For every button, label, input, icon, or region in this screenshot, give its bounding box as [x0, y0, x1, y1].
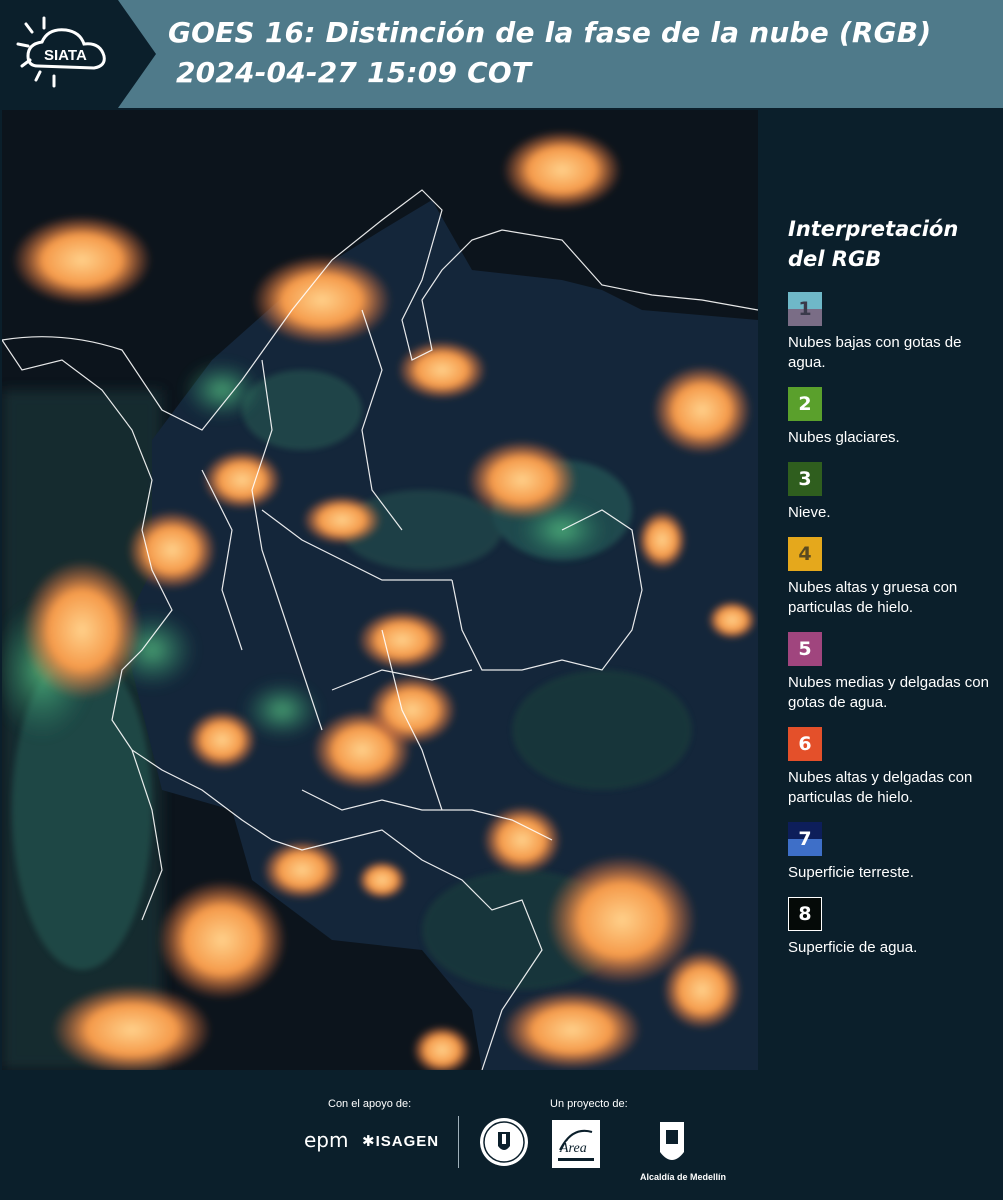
legend-item-7: 7 Superficie terreste.	[786, 822, 1001, 883]
legend-label-3: Nieve.	[788, 504, 831, 521]
legend-label-7: Superficie terreste.	[788, 864, 914, 881]
area-logo-text: Área	[559, 1139, 587, 1156]
legend-item-4: 4 Nubes altas y gruesa con particulas de…	[786, 537, 1001, 618]
legend-number-4: 4	[798, 543, 812, 565]
legend-swatch-7: 7	[788, 822, 822, 856]
legend-number-7: 7	[798, 828, 812, 850]
project-label: Un proyecto de:	[550, 1098, 628, 1110]
legend-label-8: Superficie de agua.	[788, 939, 918, 956]
legend-swatch-1: 1	[788, 292, 822, 326]
legend-item-5: 5 Nubes medias y delgadas con gotas de a…	[786, 632, 1001, 713]
footer-divider	[458, 1116, 459, 1168]
satellite-map	[2, 110, 758, 1070]
medellin-label: Alcaldía de Medellín	[640, 1172, 727, 1182]
isagen-text: ISAGEN	[375, 1133, 440, 1150]
legend-item-3: 3 Nieve.	[786, 462, 1001, 523]
legend-swatch-3: 3	[788, 462, 822, 496]
isagen-logo: ✱ISAGEN	[362, 1133, 440, 1150]
legend-swatch-2: 2	[788, 387, 822, 421]
legend-title: Interpretación del RGB	[788, 214, 1001, 274]
logo-text: SIATA	[44, 47, 87, 64]
page-title: GOES 16: Distinción de la fase de la nub…	[168, 16, 932, 49]
legend-number-5: 5	[798, 638, 812, 660]
epm-logo: epm	[304, 1128, 349, 1152]
legend: Interpretación del RGB 1 Nubes bajas con…	[786, 214, 1001, 972]
legend-number-2: 2	[798, 393, 812, 415]
legend-label-5: Nubes medias y delgadas con gotas de agu…	[788, 674, 989, 711]
legend-swatch-5: 5	[788, 632, 822, 666]
legend-number-8: 8	[798, 903, 812, 925]
legend-item-2: 2 Nubes glaciares.	[786, 387, 1001, 448]
support-label: Con el apoyo de:	[328, 1098, 412, 1110]
legend-item-8: 8 Superficie de agua.	[786, 897, 1001, 958]
legend-item-6: 6 Nubes altas y delgadas con particulas …	[786, 727, 1001, 808]
medellin-shield-icon	[660, 1122, 684, 1160]
legend-swatch-8: 8	[788, 897, 822, 931]
footer: Con el apoyo de: Un proyecto de: epm ✱IS…	[0, 1070, 1003, 1200]
legend-label-1: Nubes bajas con gotas de agua.	[788, 334, 962, 371]
siata-logo: SIATA	[16, 16, 106, 88]
legend-number-6: 6	[798, 733, 812, 755]
legend-label-4: Nubes altas y gruesa con particulas de h…	[788, 579, 958, 616]
seal-icon	[480, 1118, 528, 1166]
timestamp: 2024-04-27 15:09 COT	[176, 56, 532, 89]
legend-item-1: 1 Nubes bajas con gotas de agua.	[786, 292, 1001, 373]
legend-number-3: 3	[798, 468, 812, 490]
legend-swatch-6: 6	[788, 727, 822, 761]
legend-number-1: 1	[798, 298, 812, 320]
header: SIATA GOES 16: Distinción de la fase de …	[0, 0, 1003, 110]
legend-title-line1: Interpretación	[788, 217, 959, 241]
legend-swatch-4: 4	[788, 537, 822, 571]
legend-label-2: Nubes glaciares.	[788, 429, 900, 446]
legend-label-6: Nubes altas y delgadas con particulas de…	[788, 769, 973, 806]
satellite-image	[2, 110, 758, 1070]
area-metropolitana-logo: Área	[552, 1120, 600, 1168]
legend-title-line2: del RGB	[788, 247, 882, 271]
